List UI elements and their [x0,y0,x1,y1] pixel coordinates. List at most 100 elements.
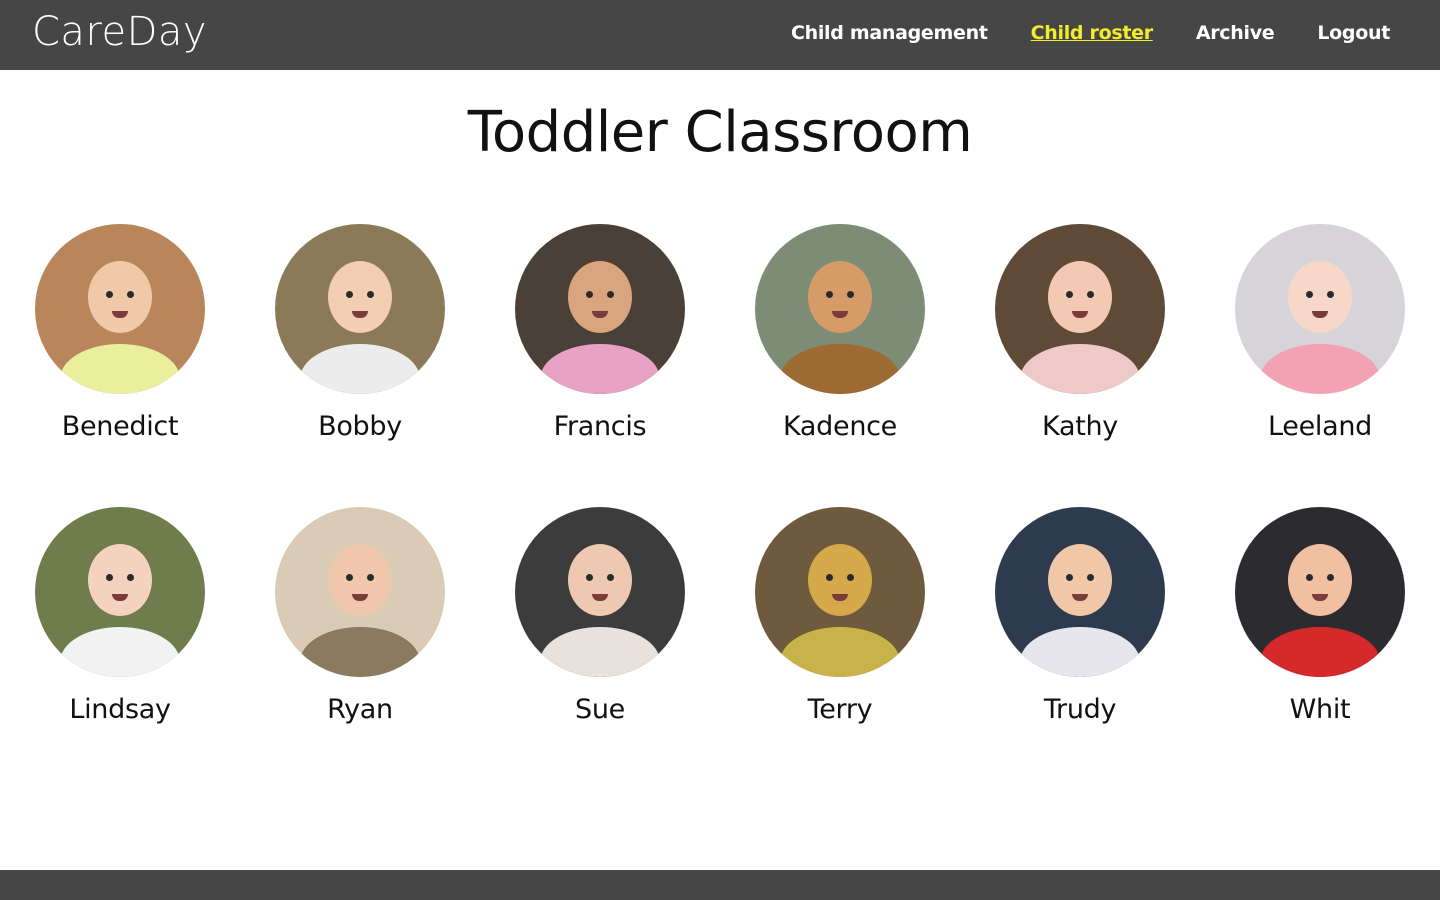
child-name[interactable]: Francis [554,411,647,442]
photo-eye-shape [106,291,113,299]
photo-face-shape [1288,544,1352,617]
child-name[interactable]: Kathy [1042,411,1118,442]
child-card[interactable]: Sue [480,507,720,790]
child-photo[interactable] [1235,507,1405,677]
photo-eye-shape [367,291,374,299]
child-roster-grid: Benedict Bobby Francis Kadence Kathy Leeland L… [0,224,1440,790]
photo-eye-shape [607,574,614,582]
footer-bar [0,870,1440,900]
photo-body-shape [1260,344,1380,394]
photo-eye-shape [1306,291,1313,299]
photo-mouth-shape [112,311,128,319]
child-card[interactable]: Leeland [1200,224,1440,507]
photo-face-shape [88,261,152,334]
photo-eye-shape [127,291,134,299]
child-card[interactable]: Bobby [240,224,480,507]
photo-mouth-shape [1072,311,1088,319]
photo-face-shape [568,261,632,334]
photo-eye-shape [1066,574,1073,582]
child-photo[interactable] [1235,224,1405,394]
nav-child-management[interactable]: Child management [791,22,988,44]
photo-eye-shape [1066,291,1073,299]
photo-face-shape [1048,261,1112,334]
photo-eye-shape [346,291,353,299]
photo-body-shape [540,627,660,677]
photo-eye-shape [607,291,614,299]
photo-mouth-shape [592,311,608,319]
photo-body-shape [300,344,420,394]
photo-mouth-shape [1072,594,1088,602]
photo-eye-shape [1327,574,1334,582]
photo-eye-shape [1306,574,1313,582]
child-photo[interactable] [755,224,925,394]
child-card[interactable]: Francis [480,224,720,507]
photo-body-shape [60,344,180,394]
photo-face-shape [328,544,392,617]
photo-face-shape [1288,261,1352,334]
photo-face-shape [808,544,872,617]
photo-body-shape [60,627,180,677]
brand-logo[interactable]: CareDay [32,9,207,55]
photo-mouth-shape [1312,311,1328,319]
child-name[interactable]: Ryan [327,694,393,725]
photo-eye-shape [826,291,833,299]
main-nav: Child management Child roster Archive Lo… [748,22,1390,44]
nav-logout[interactable]: Logout [1317,22,1390,44]
nav-archive[interactable]: Archive [1196,22,1275,44]
photo-mouth-shape [1312,594,1328,602]
page-title: Toddler Classroom [467,100,973,165]
child-photo[interactable] [515,507,685,677]
child-name[interactable]: Benedict [62,411,179,442]
child-photo[interactable] [275,507,445,677]
photo-mouth-shape [832,594,848,602]
child-photo[interactable] [275,224,445,394]
photo-mouth-shape [352,594,368,602]
child-card[interactable]: Benedict [0,224,240,507]
child-name[interactable]: Whit [1290,694,1351,725]
child-name[interactable]: Bobby [318,411,402,442]
photo-eye-shape [1327,291,1334,299]
child-card[interactable]: Ryan [240,507,480,790]
child-photo[interactable] [35,224,205,394]
child-name[interactable]: Sue [575,694,625,725]
child-photo[interactable] [995,507,1165,677]
photo-eye-shape [826,574,833,582]
photo-eye-shape [847,291,854,299]
photo-face-shape [1048,544,1112,617]
child-photo[interactable] [755,507,925,677]
photo-body-shape [540,344,660,394]
child-name[interactable]: Terry [808,694,873,725]
child-photo[interactable] [995,224,1165,394]
child-photo[interactable] [515,224,685,394]
photo-eye-shape [346,574,353,582]
photo-eye-shape [127,574,134,582]
child-name[interactable]: Lindsay [69,694,171,725]
photo-eye-shape [586,291,593,299]
photo-mouth-shape [592,594,608,602]
nav-child-roster[interactable]: Child roster [1031,22,1153,44]
photo-face-shape [328,261,392,334]
photo-eye-shape [1087,291,1094,299]
child-photo[interactable] [35,507,205,677]
child-card[interactable]: Kathy [960,224,1200,507]
photo-body-shape [1020,627,1140,677]
child-card[interactable]: Whit [1200,507,1440,790]
child-card[interactable]: Trudy [960,507,1200,790]
child-name[interactable]: Trudy [1044,694,1117,725]
child-card[interactable]: Lindsay [0,507,240,790]
child-card[interactable]: Terry [720,507,960,790]
photo-eye-shape [847,574,854,582]
top-navigation-bar: CareDay Child management Child roster Ar… [0,0,1440,70]
photo-body-shape [780,627,900,677]
photo-mouth-shape [112,594,128,602]
child-name[interactable]: Leeland [1268,411,1372,442]
photo-face-shape [568,544,632,617]
photo-body-shape [780,344,900,394]
photo-body-shape [300,627,420,677]
child-name[interactable]: Kadence [783,411,897,442]
photo-eye-shape [586,574,593,582]
photo-body-shape [1020,344,1140,394]
child-card[interactable]: Kadence [720,224,960,507]
photo-eye-shape [367,574,374,582]
photo-face-shape [88,544,152,617]
